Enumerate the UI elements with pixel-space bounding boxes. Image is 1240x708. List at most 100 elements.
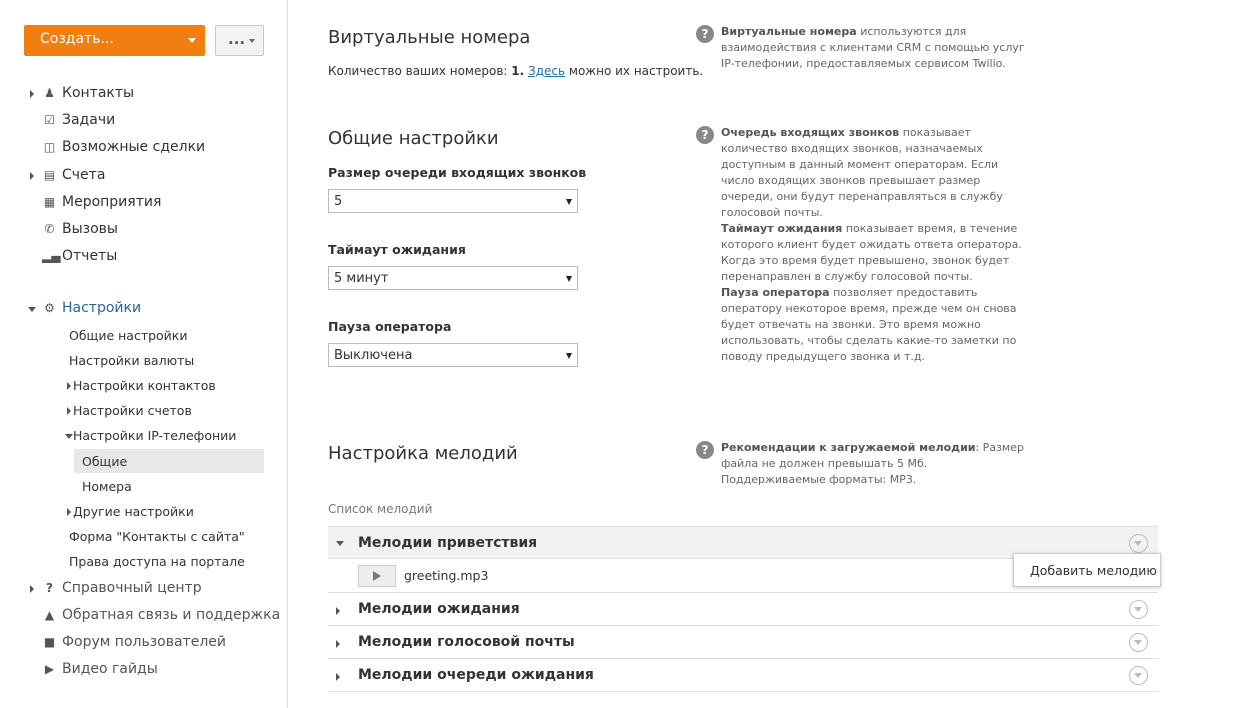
help-bold: Очередь входящих звонков xyxy=(721,126,900,139)
queue-size-value: 5 xyxy=(334,194,343,209)
count-value: 1. xyxy=(511,64,525,78)
chevron-right-icon[interactable] xyxy=(67,382,71,390)
settings-sub-voip[interactable]: Настройки IP-телефонии xyxy=(65,428,237,443)
timeout-value: 5 минут xyxy=(334,271,389,286)
question-icon: ? xyxy=(696,126,714,144)
sidebar-item-label: Вызовы xyxy=(62,221,118,237)
timeout-select[interactable]: 5 минут xyxy=(328,266,578,290)
melody-group-waiting[interactable]: Мелодии ожидания xyxy=(328,593,1158,626)
melody-group-title: Мелодии голосовой почты xyxy=(358,634,575,650)
document-icon: ▤ xyxy=(43,168,56,182)
people-icon: ♟ xyxy=(44,86,55,100)
help-bold: Таймаут ожидания xyxy=(721,222,843,235)
sidebar-item-label: Контакты xyxy=(62,85,135,101)
chevron-right-icon[interactable] xyxy=(67,407,71,415)
chevron-right-icon[interactable] xyxy=(30,90,34,98)
voip-sub-numbers[interactable]: Номера xyxy=(82,479,132,494)
sidebar-item-label: Настройки xyxy=(62,300,142,316)
chevron-right-icon[interactable] xyxy=(67,508,71,516)
help-bold: Рекомендации к загружаемой мелодии xyxy=(721,441,976,454)
settings-sub-label: Настройки счетов xyxy=(73,403,192,418)
chevron-right-icon[interactable] xyxy=(30,585,34,593)
question-icon: ? xyxy=(696,25,714,43)
melodies-title: Настройка мелодий xyxy=(328,443,518,464)
sidebar-item-label: Задачи xyxy=(62,112,116,128)
general-settings-title: Общие настройки xyxy=(328,128,499,149)
chevron-right-icon[interactable] xyxy=(336,640,340,648)
count-suffix: можно их настроить. xyxy=(568,64,704,78)
settings-sub-label: Настройки контактов xyxy=(73,378,216,393)
operator-pause-label: Пауза оператора xyxy=(328,319,452,334)
virtual-numbers-count: Количество ваших номеров: 1. Здесь можно… xyxy=(328,64,703,78)
help-general-settings: ? Очередь входящих звонков показывает ко… xyxy=(696,125,1026,365)
dropdown-arrow-icon xyxy=(566,199,572,205)
circle-chevron-down-icon[interactable] xyxy=(1129,534,1148,553)
chevron-down-icon xyxy=(188,38,196,43)
settings-sub-other[interactable]: Другие настройки xyxy=(67,504,194,519)
sidebar-item-label: Мероприятия xyxy=(62,194,162,210)
checkbox-icon: ☑ xyxy=(44,113,55,127)
dropdown-arrow-icon xyxy=(566,276,572,282)
melody-group-voicemail[interactable]: Мелодии голосовой почты xyxy=(328,626,1158,659)
settings-sub-currency[interactable]: Настройки валюты xyxy=(69,353,194,368)
sidebar-item-label: Отчеты xyxy=(62,248,118,264)
play-button[interactable] xyxy=(358,565,396,587)
settings-sub-label: Настройки IP-телефонии xyxy=(73,428,237,443)
melody-group-title: Мелодии приветствия xyxy=(358,535,538,551)
sidebar-item-label: Возможные сделки xyxy=(62,139,206,155)
settings-sub-label: Другие настройки xyxy=(73,504,194,519)
create-button[interactable]: Создать... xyxy=(24,25,205,56)
circle-chevron-down-icon[interactable] xyxy=(1129,666,1148,685)
chevron-down-icon xyxy=(249,39,255,43)
more-button-label: ... xyxy=(228,30,246,48)
sidebar-item-label: Счета xyxy=(62,167,106,183)
add-melody-menu-item[interactable]: Добавить мелодию xyxy=(1013,553,1161,587)
question-icon: ? xyxy=(46,581,53,595)
settings-sub-invoices[interactable]: Настройки счетов xyxy=(67,403,192,418)
circle-chevron-down-icon[interactable] xyxy=(1129,633,1148,652)
settings-sub-access[interactable]: Права доступа на портале xyxy=(69,554,245,569)
circle-chevron-down-icon[interactable] xyxy=(1129,600,1148,619)
help-bold: Виртуальные номера xyxy=(721,25,857,38)
chevron-down-icon[interactable] xyxy=(28,307,36,312)
settings-sub-general[interactable]: Общие настройки xyxy=(69,328,187,343)
briefcase-icon: ◫ xyxy=(43,140,56,154)
chevron-down-icon[interactable] xyxy=(336,541,344,546)
chat-icon: ■ xyxy=(43,635,56,649)
voip-sub-common[interactable]: Общие xyxy=(82,454,127,469)
melody-group-title: Мелодии ожидания xyxy=(358,601,520,617)
phone-icon: ✆ xyxy=(44,222,55,236)
configure-link[interactable]: Здесь xyxy=(528,64,565,78)
create-button-label: Создать... xyxy=(40,31,114,47)
melody-group-queue[interactable]: Мелодии очереди ожидания xyxy=(328,659,1158,692)
video-icon: ▶ xyxy=(44,662,55,676)
chevron-right-icon[interactable] xyxy=(336,607,340,615)
melody-file-name: greeting.mp3 xyxy=(404,568,489,583)
dropdown-arrow-icon xyxy=(566,353,572,359)
virtual-numbers-title: Виртуальные номера xyxy=(328,27,531,48)
sidebar-item-label: Справочный центр xyxy=(62,580,202,596)
sidebar-item-label: Форум пользователей xyxy=(62,634,226,650)
queue-size-select[interactable]: 5 xyxy=(328,189,578,213)
more-button[interactable]: ... xyxy=(215,25,264,56)
operator-pause-value: Выключена xyxy=(334,348,413,363)
chevron-right-icon[interactable] xyxy=(30,172,34,180)
chevron-down-icon[interactable] xyxy=(65,434,73,439)
megaphone-icon: ▲ xyxy=(44,608,55,622)
timeout-label: Таймаут ожидания xyxy=(328,242,466,257)
question-icon: ? xyxy=(696,441,714,459)
sidebar-item-label: Видео гайды xyxy=(62,661,158,677)
help-virtual-numbers: ? Виртуальные номера используются для вз… xyxy=(696,24,1026,72)
chevron-right-icon[interactable] xyxy=(336,673,340,681)
melody-group-title: Мелодии очереди ожидания xyxy=(358,667,594,683)
sidebar-item-label: Обратная связь и поддержка xyxy=(62,607,281,623)
gear-icon: ⚙ xyxy=(44,301,55,315)
settings-sub-contacts[interactable]: Настройки контактов xyxy=(67,378,216,393)
melodies-list-caption: Список мелодий xyxy=(328,502,433,516)
queue-size-label: Размер очереди входящих звонков xyxy=(328,165,587,180)
count-prefix: Количество ваших номеров: xyxy=(328,64,508,78)
calendar-icon: ▦ xyxy=(43,195,56,209)
settings-sub-web-form[interactable]: Форма "Контакты с сайта" xyxy=(69,529,245,544)
help-bold: Пауза оператора xyxy=(721,286,830,299)
operator-pause-select[interactable]: Выключена xyxy=(328,343,578,367)
